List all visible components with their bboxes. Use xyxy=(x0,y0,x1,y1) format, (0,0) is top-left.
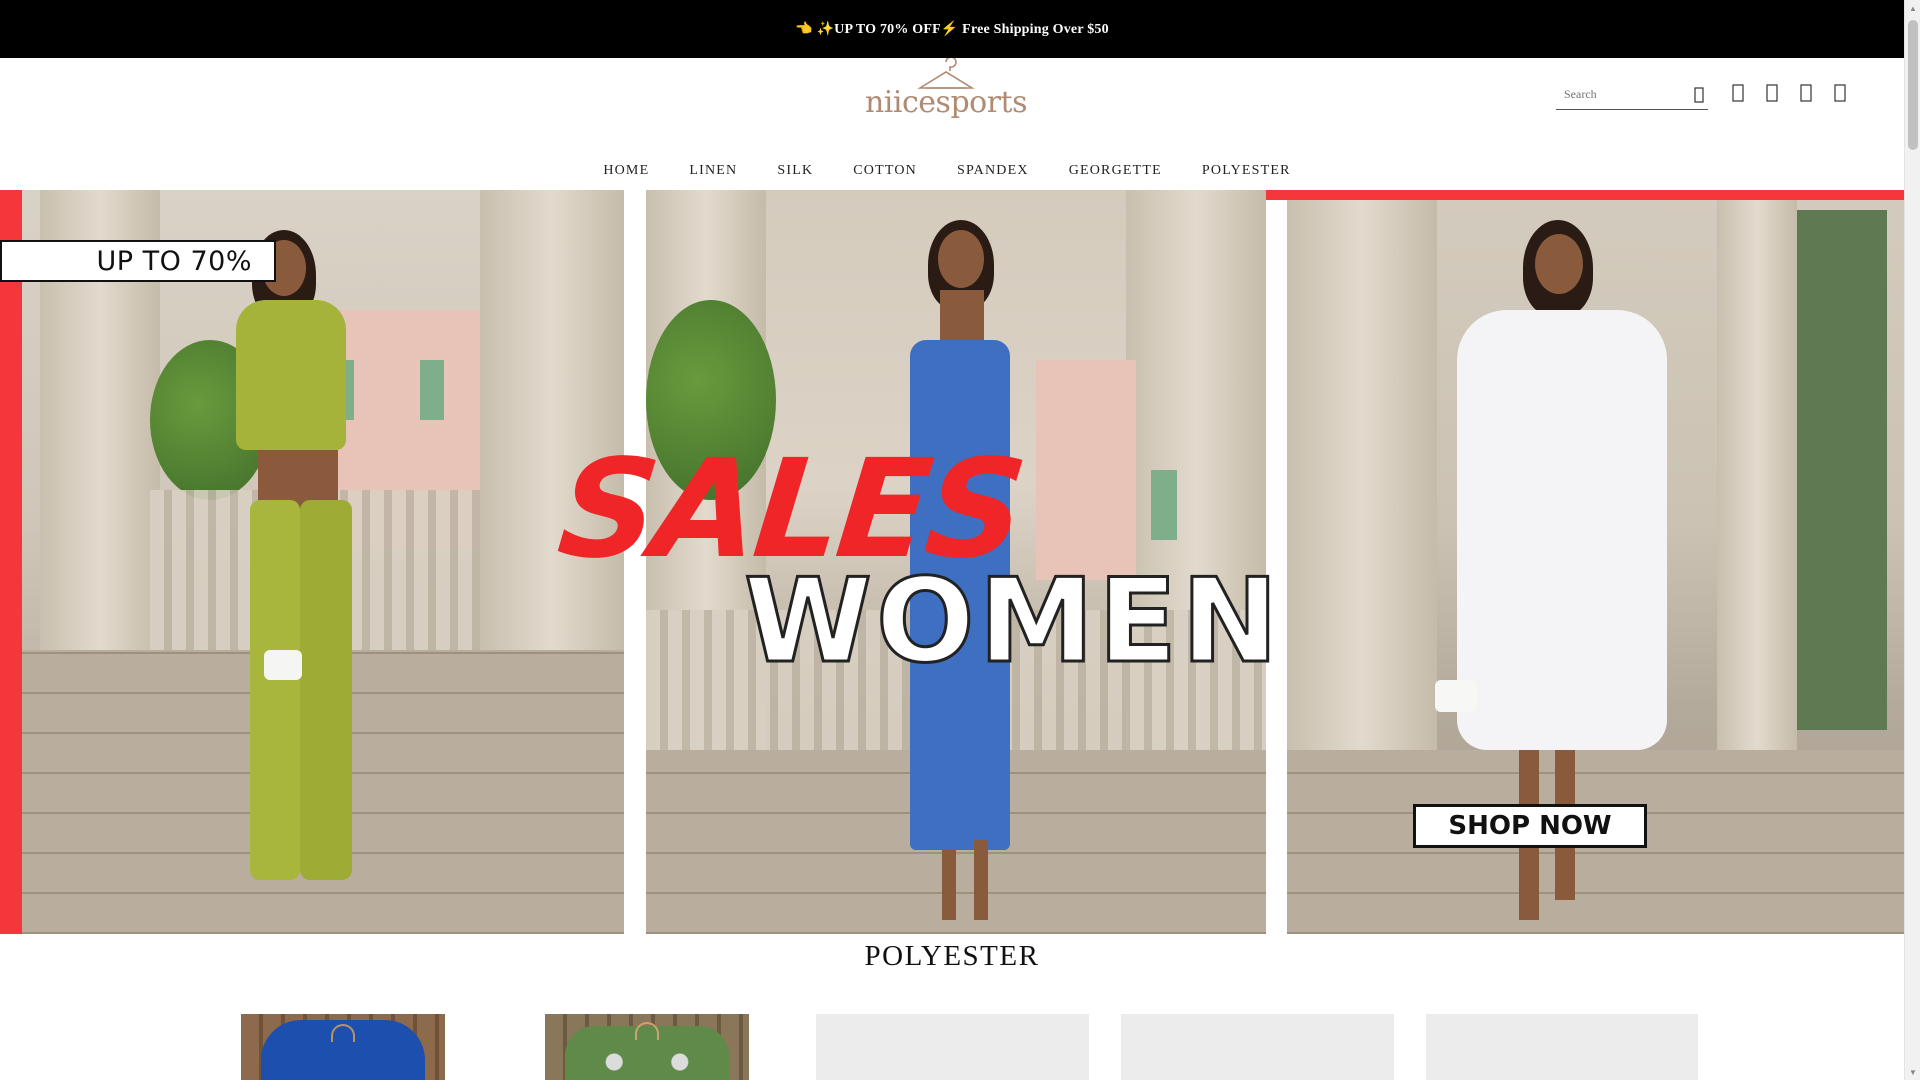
window-shutter xyxy=(420,360,444,420)
banner-panel-left xyxy=(0,190,624,934)
announcement-bar: 👈 ✨UP TO 70% OFF⚡ Free Shipping Over $50 xyxy=(0,0,1904,58)
wishlist-icon[interactable] xyxy=(1762,80,1782,106)
discount-badge: UP TO 70% xyxy=(0,240,276,282)
nav-item-silk[interactable]: SILK xyxy=(777,163,813,179)
nav-item-polyester[interactable]: POLYESTER xyxy=(1202,163,1291,179)
search-bar[interactable] xyxy=(1556,80,1708,110)
hanger-icon xyxy=(635,1022,659,1040)
red-accent-bar xyxy=(1266,190,1904,200)
page-scrollbar[interactable]: ▲ ▼ xyxy=(1904,0,1920,1080)
product-card-placeholder[interactable] xyxy=(1121,1014,1394,1080)
product-card-placeholder[interactable] xyxy=(816,1014,1089,1080)
scroll-down-arrow-icon[interactable]: ▼ xyxy=(1905,1064,1920,1080)
main-nav: HOME LINEN SILK COTTON SPANDEX GEORGETTE… xyxy=(0,154,1904,188)
nav-item-linen[interactable]: LINEN xyxy=(689,163,737,179)
product-card[interactable] xyxy=(241,1014,445,1080)
discount-badge-text: UP TO 70% xyxy=(96,245,252,277)
green-door xyxy=(1797,210,1887,730)
nav-item-spandex[interactable]: SPANDEX xyxy=(957,163,1029,179)
nav-item-cotton[interactable]: COTTON xyxy=(853,163,917,179)
stone-column xyxy=(1287,190,1437,790)
compare-icon[interactable] xyxy=(1796,80,1816,106)
stone-column xyxy=(1717,190,1797,790)
red-accent-bar xyxy=(0,190,22,934)
window-shutter xyxy=(1151,470,1177,540)
cart-icon[interactable] xyxy=(1830,80,1850,106)
logo-text: niicesports xyxy=(864,85,1028,120)
product-card[interactable] xyxy=(545,1014,749,1080)
product-grid xyxy=(0,1014,1904,1080)
scrollbar-thumb[interactable] xyxy=(1908,20,1918,150)
account-icon[interactable] xyxy=(1728,80,1748,106)
header-icons xyxy=(1728,80,1850,106)
site-header: niicesports HOME LINEN SILK xyxy=(0,58,1904,190)
banner-headline-women: WOMEN xyxy=(743,554,1283,689)
shop-now-button[interactable]: SHOP NOW xyxy=(1413,804,1647,848)
page: 👈 ✨UP TO 70% OFF⚡ Free Shipping Over $50… xyxy=(0,0,1920,1080)
product-card-placeholder[interactable] xyxy=(1426,1014,1698,1080)
hanger-icon xyxy=(331,1024,355,1042)
search-icon[interactable] xyxy=(1690,86,1708,104)
announcement-text: 👈 ✨UP TO 70% OFF⚡ Free Shipping Over $50 xyxy=(795,21,1109,37)
section-title: POLYESTER xyxy=(864,939,1040,972)
site-logo[interactable]: niicesports xyxy=(865,58,1028,124)
hero-banner[interactable]: UP TO 70% SALES WOMEN SHOP NOW xyxy=(0,190,1904,934)
search-input[interactable] xyxy=(1556,86,1676,103)
shop-now-label: SHOP NOW xyxy=(1448,811,1612,841)
nav-item-home[interactable]: HOME xyxy=(603,163,649,179)
nav-item-georgette[interactable]: GEORGETTE xyxy=(1069,163,1162,179)
scroll-up-arrow-icon[interactable]: ▲ xyxy=(1905,0,1920,16)
